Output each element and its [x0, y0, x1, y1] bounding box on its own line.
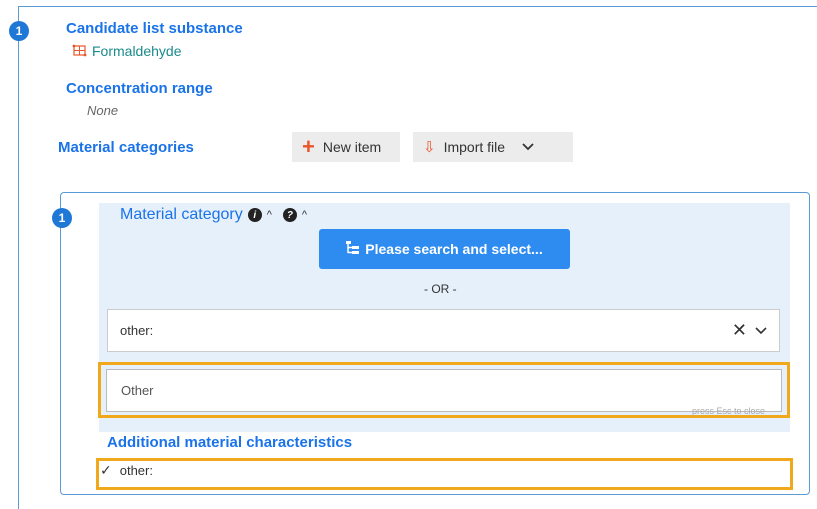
- clear-icon[interactable]: ✕: [732, 320, 747, 341]
- help-icon[interactable]: ?: [282, 208, 297, 222]
- record-index-badge: 1: [9, 21, 29, 41]
- concentration-title: Concentration range: [66, 80, 213, 97]
- checked-option-row[interactable]: ✓ other:: [100, 462, 153, 479]
- new-item-button[interactable]: + New item: [292, 132, 400, 162]
- substance-link[interactable]: Formaldehyde: [72, 43, 182, 59]
- material-item-index-badge: 1: [52, 208, 72, 228]
- additional-characteristics-title: Additional material characteristics: [107, 434, 353, 451]
- selected-value: other:: [120, 323, 154, 338]
- esc-hint: press Esc to close: [692, 406, 766, 416]
- chevron-down-icon[interactable]: [755, 323, 767, 338]
- search-select-button[interactable]: Please search and select...: [319, 229, 570, 269]
- material-category-header: Material category i ^ ? ^: [120, 206, 313, 224]
- molecule-icon: [72, 43, 88, 59]
- chevron-up-icon[interactable]: ^: [302, 209, 307, 221]
- material-categories-title: Material categories: [58, 139, 194, 156]
- check-icon: ✓: [100, 462, 112, 478]
- plus-icon: +: [302, 134, 315, 159]
- info-icon[interactable]: i: [247, 208, 262, 222]
- candidate-substance-title: Candidate list substance: [66, 20, 243, 37]
- chevron-down-icon[interactable]: [521, 139, 535, 155]
- tree-icon: [346, 240, 360, 258]
- import-file-label: Import file: [443, 139, 506, 155]
- checked-item-highlight: [96, 458, 793, 490]
- other-input-value: Other: [121, 383, 154, 398]
- import-icon: ⇩: [423, 139, 436, 156]
- material-category-title: Material category: [120, 206, 243, 223]
- substance-name[interactable]: Formaldehyde: [92, 43, 182, 59]
- checked-option-label: other:: [119, 463, 153, 478]
- other-text-input[interactable]: Other: [106, 369, 782, 412]
- new-item-label: New item: [322, 139, 382, 155]
- search-select-label: Please search and select...: [365, 241, 543, 257]
- chevron-up-icon[interactable]: ^: [267, 209, 272, 221]
- concentration-value: None: [87, 103, 119, 118]
- import-file-button[interactable]: ⇩ Import file: [413, 132, 573, 162]
- or-divider: - OR -: [424, 282, 457, 296]
- material-category-select[interactable]: other: ✕: [107, 309, 780, 352]
